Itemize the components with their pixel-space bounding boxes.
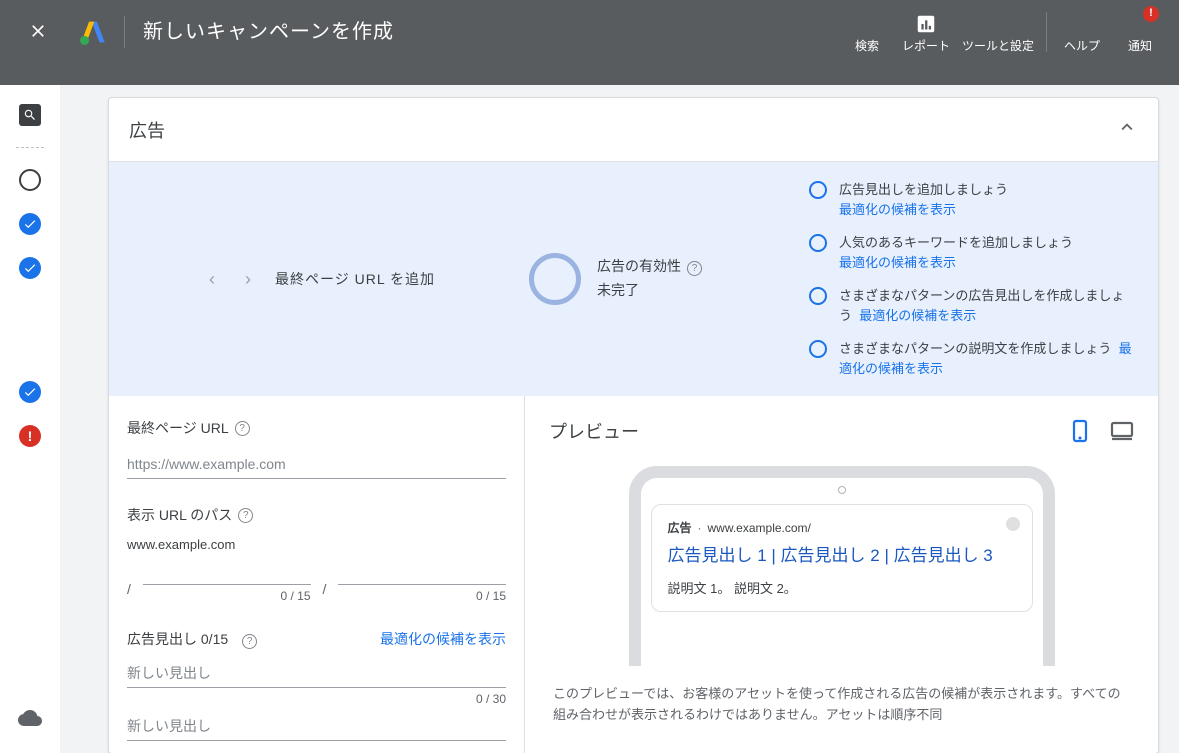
final-url-input[interactable] <box>127 450 506 479</box>
phone-preview-frame: 広告 · www.example.com/ 広告見出し 1 | 広告見出し 2 … <box>629 466 1055 666</box>
rail-divider <box>16 147 44 148</box>
top-bar: 新しいキャンペーンを作成 検索 レポート ツールと設定 ? ヘルプ 通知 ! <box>0 0 1179 85</box>
nav-label: 検索 <box>855 38 879 55</box>
next-suggestion-button[interactable]: › <box>239 263 257 296</box>
strength-checklist: 広告見出しを追加しましょう最適化の候補を表示 人気のあるキーワードを追加しましょ… <box>809 180 1148 378</box>
checklist-item: さまざまなパターンの広告見出しを作成しましょう 最適化の候補を表示 <box>809 286 1134 325</box>
path-slash: / <box>127 581 131 603</box>
ad-domain: www.example.com/ <box>708 521 811 535</box>
step-pending[interactable] <box>18 168 42 192</box>
nav-reports[interactable]: レポート <box>896 0 956 64</box>
top-bar-left: 新しいキャンペーンを作成 <box>0 0 394 64</box>
preview-mobile-button[interactable] <box>1068 419 1092 443</box>
main-content: 広告 ‹ › 最終ページ URL を追加 広告の有効性? 未完了 <box>60 85 1179 753</box>
ad-strength-panel: ‹ › 最終ページ URL を追加 広告の有効性? 未完了 広告見出しを追加しま… <box>109 162 1158 396</box>
checklist-item: さまざまなパターンの説明文を作成しましょう 最適化の候補を表示 <box>809 339 1134 378</box>
ad-preview-card: 広告 · www.example.com/ 広告見出し 1 | 広告見出し 2 … <box>651 504 1033 612</box>
display-url-label: 表示 URL のパス <box>127 505 232 525</box>
path1-input[interactable] <box>143 556 311 585</box>
ad-options-icon <box>1006 517 1020 531</box>
nav-label: 通知 <box>1128 38 1152 55</box>
nav-search[interactable]: 検索 <box>838 0 896 64</box>
nav-label: ヘルプ <box>1064 38 1100 55</box>
help-icon[interactable]: ? <box>238 508 253 523</box>
step-done[interactable] <box>18 380 42 404</box>
headlines-label: 広告見出し 0/15 <box>127 629 228 649</box>
step-done[interactable] <box>18 256 42 280</box>
rail-search-button[interactable] <box>18 103 42 127</box>
headline-input-1[interactable] <box>127 659 506 688</box>
preview-title: プレビュー <box>549 418 639 444</box>
step-rail: ! <box>0 85 60 753</box>
radio-empty-icon <box>809 340 827 358</box>
radio-empty-icon <box>809 234 827 252</box>
google-ads-logo-icon <box>80 19 106 45</box>
preview-desktop-button[interactable] <box>1110 419 1134 443</box>
separator <box>124 16 125 48</box>
path2-counter: 0 / 15 <box>338 589 506 603</box>
strength-meter: 広告の有効性? 未完了 <box>529 253 809 305</box>
radio-empty-icon <box>809 287 827 305</box>
ad-headline-preview: 広告見出し 1 | 広告見出し 2 | 広告見出し 3 <box>668 544 1016 568</box>
nav-help[interactable]: ? ヘルプ <box>1053 0 1111 64</box>
display-url-block: 表示 URL のパス? www.example.com / 0 / 15 / 0… <box>127 505 506 603</box>
path-slash: / <box>323 581 327 603</box>
page-title: 新しいキャンペーンを作成 <box>143 0 394 64</box>
ad-editor: 最終ページ URL? 表示 URL のパス? www.example.com /… <box>109 396 1158 753</box>
nav-notifications[interactable]: 通知 ! <box>1111 0 1169 64</box>
editor-form: 最終ページ URL? 表示 URL のパス? www.example.com /… <box>109 396 525 753</box>
step-done[interactable] <box>18 212 42 236</box>
show-suggestions-link[interactable]: 最適化の候補を表示 <box>839 255 956 270</box>
headline-input-2[interactable] <box>127 712 506 741</box>
display-url-base: www.example.com <box>127 537 506 552</box>
help-icon[interactable]: ? <box>235 421 250 436</box>
strength-nav-label: 最終ページ URL を追加 <box>275 269 435 289</box>
ad-description-preview: 説明文 1。 説明文 2。 <box>668 578 1016 597</box>
prev-suggestion-button[interactable]: ‹ <box>203 263 221 296</box>
radio-empty-icon <box>809 181 827 199</box>
save-status-icon <box>18 707 42 731</box>
show-suggestions-link[interactable]: 最適化の候補を表示 <box>839 202 956 217</box>
ad-card: 広告 ‹ › 最終ページ URL を追加 広告の有効性? 未完了 <box>108 97 1159 753</box>
strength-text: 広告の有効性? 未完了 <box>597 255 702 303</box>
strength-ring-icon <box>529 253 581 305</box>
checklist-item: 人気のあるキーワードを追加しましょう最適化の候補を表示 <box>809 233 1134 272</box>
final-url-block: 最終ページ URL? <box>127 418 506 479</box>
reports-icon <box>915 10 937 38</box>
preview-note: このプレビューでは、お客様のアセットを使って作成される広告の候補が表示されます。… <box>549 684 1134 726</box>
path2-input[interactable] <box>338 556 506 585</box>
nav-label: レポート <box>902 38 950 55</box>
step-error[interactable]: ! <box>18 424 42 448</box>
headline-counter: 0 / 30 <box>127 692 506 706</box>
checklist-item: 広告見出しを追加しましょう最適化の候補を表示 <box>809 180 1134 219</box>
card-header: 広告 <box>109 98 1158 162</box>
help-icon[interactable]: ? <box>687 261 702 276</box>
path1-counter: 0 / 15 <box>143 589 311 603</box>
strength-nav: ‹ › 最終ページ URL を追加 <box>109 263 529 296</box>
card-title: 広告 <box>129 117 165 143</box>
nav-label: ツールと設定 <box>962 38 1034 55</box>
nav-tools[interactable]: ツールと設定 <box>956 0 1040 64</box>
show-suggestions-link[interactable]: 最適化の候補を表示 <box>859 308 976 323</box>
headlines-block: 広告見出し 0/15 ? 最適化の候補を表示 0 / 30 <box>127 629 506 741</box>
notification-badge: ! <box>1143 6 1159 22</box>
top-bar-right: 検索 レポート ツールと設定 ? ヘルプ 通知 ! <box>838 0 1179 64</box>
help-icon[interactable]: ? <box>242 634 257 649</box>
final-url-label: 最終ページ URL <box>127 418 229 438</box>
phone-camera-icon <box>838 486 846 494</box>
separator <box>1046 12 1047 52</box>
preview-panel: プレビュー 広告 · www.ex <box>525 396 1158 753</box>
collapse-button[interactable] <box>1116 116 1138 143</box>
ad-badge: 広告 <box>668 519 692 536</box>
headlines-suggestions-link[interactable]: 最適化の候補を表示 <box>380 629 506 649</box>
close-button[interactable] <box>14 9 62 56</box>
